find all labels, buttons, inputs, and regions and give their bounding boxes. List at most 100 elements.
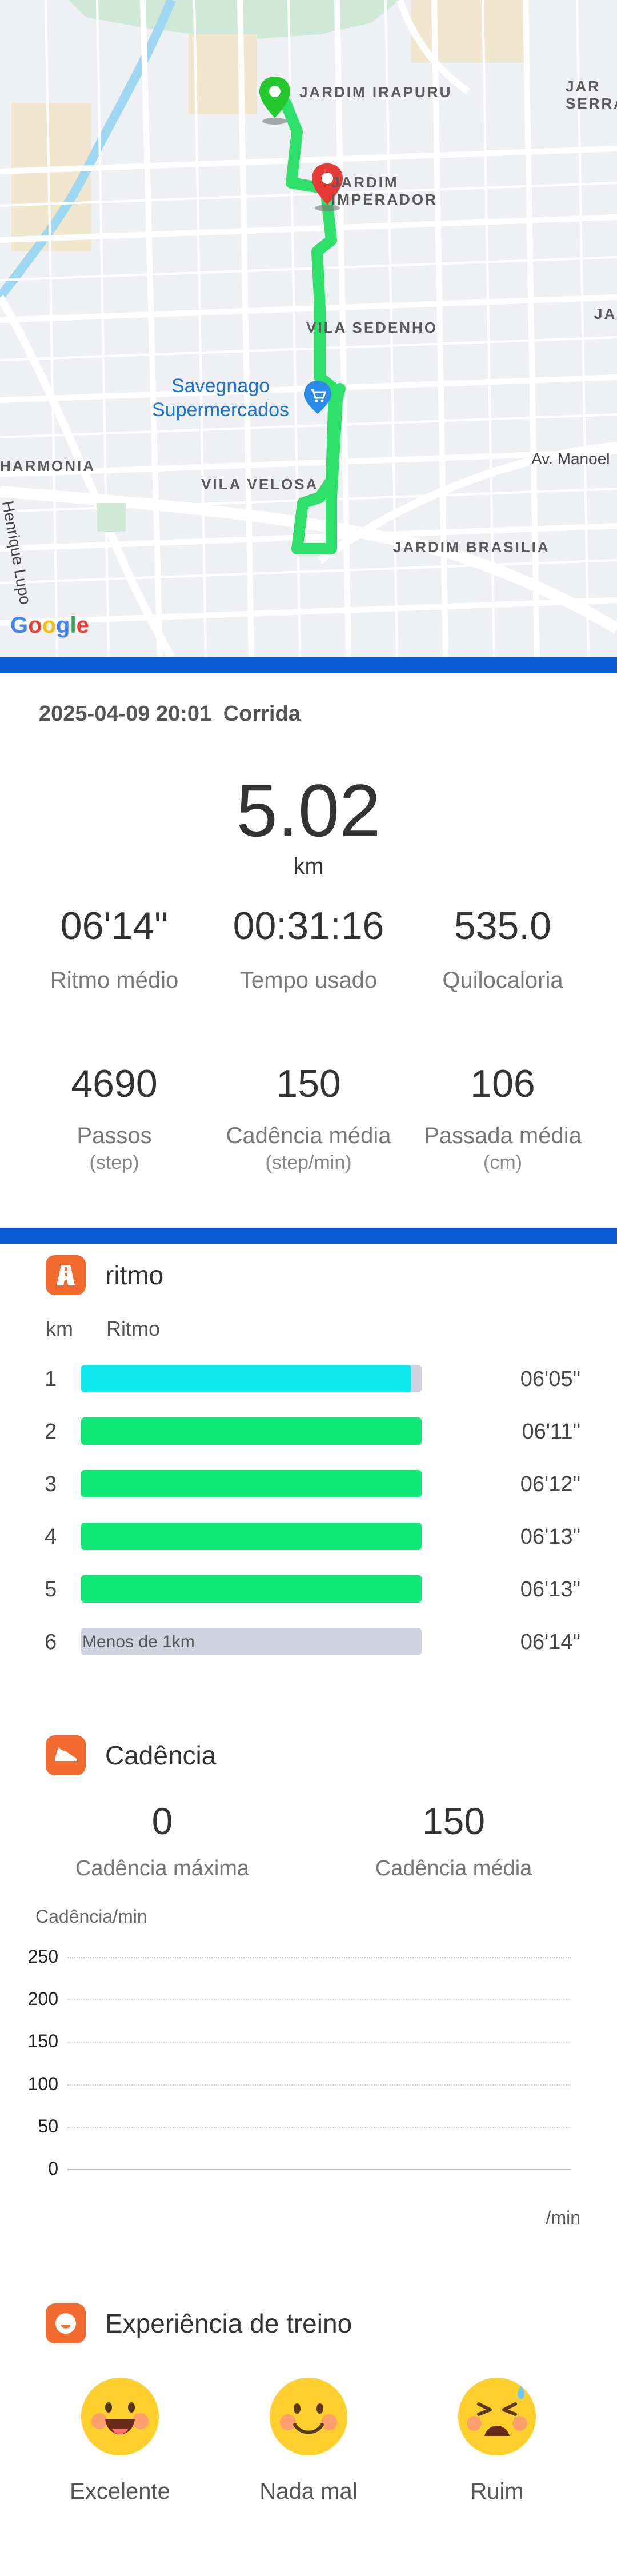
pace-km: 1 xyxy=(45,1367,57,1391)
stat-value: 535.0 xyxy=(454,904,552,948)
map-label-jardim-serra: JAR SERRA xyxy=(566,78,617,112)
map-label-vila-sedenho: VILA SEDENHO xyxy=(306,319,438,336)
google-logo: Google xyxy=(10,613,89,638)
start-pin-icon[interactable] xyxy=(255,74,295,126)
pace-row: 3 06'12" xyxy=(0,1469,617,1499)
stat-value: 00:31:16 xyxy=(233,904,384,948)
pace-bar xyxy=(81,1575,422,1603)
x-axis-line xyxy=(67,2169,571,2170)
distance-unit: km xyxy=(293,854,324,879)
excellent-face-icon xyxy=(81,2378,159,2455)
experience-label: Ruim xyxy=(470,2479,524,2504)
stat-unit: (step/min) xyxy=(265,1152,352,1173)
experience-option-bad[interactable]: Ruim xyxy=(428,2377,566,2505)
face-icon xyxy=(46,2303,86,2343)
pace-row: 2 06'11" xyxy=(0,1416,617,1446)
experience-option-not-bad[interactable]: Nada mal xyxy=(240,2377,377,2505)
cadence-y-axis-title: Cadência/min xyxy=(35,1906,147,1927)
activity-type: Corrida xyxy=(223,702,301,726)
gridline xyxy=(67,2126,571,2128)
stat-label: Ritmo médio xyxy=(50,968,179,993)
road-icon xyxy=(46,1255,86,1295)
pace-bar-track xyxy=(81,1365,422,1392)
stat-avg-stride: 106 Passada média (cm) xyxy=(406,1061,600,1175)
experience-title: Experiência de treino xyxy=(105,2309,352,2338)
y-tick-label: 200 xyxy=(27,1988,58,2010)
stat-label: Cadência média xyxy=(226,1123,391,1148)
activity-datetime: 2025-04-09 20:01 xyxy=(39,702,212,726)
pace-row: 5 06'13" xyxy=(0,1574,617,1604)
poi-label-savegnago[interactable]: Savegnago Supermercados xyxy=(135,374,306,422)
stat-unit: (step) xyxy=(89,1152,139,1173)
stat-label: Passada média xyxy=(424,1123,582,1148)
cadence-avg-label: Cadência média xyxy=(375,1856,532,1880)
pace-bar xyxy=(81,1365,412,1392)
pace-bar xyxy=(81,1470,422,1497)
stat-value: 4690 xyxy=(71,1062,158,1105)
pace-bar-track xyxy=(81,1470,422,1497)
pace-bar xyxy=(81,1523,422,1550)
stat-avg-cadence: 150 Cadência média (step/min) xyxy=(211,1061,406,1175)
pace-km: 4 xyxy=(45,1525,57,1549)
cadence-max-label: Cadência máxima xyxy=(75,1856,250,1880)
experience-section-header: Experiência de treino xyxy=(46,2303,352,2343)
pace-km: 6 xyxy=(45,1630,57,1654)
pace-bar-track xyxy=(81,1417,422,1445)
y-tick-label: 150 xyxy=(27,2031,58,2052)
map-label-vila-velosa: VILA VELOSA xyxy=(201,476,319,493)
map-label-jardim-imperador: JARDIM IMPERADOR xyxy=(331,174,438,208)
stat-value: 150 xyxy=(276,1062,341,1105)
pace-value: 06'11" xyxy=(522,1420,580,1444)
pace-value: 06'13" xyxy=(520,1577,580,1601)
gridline xyxy=(67,1999,571,2001)
gridline xyxy=(67,1957,571,1958)
cadence-avg-value: 150 xyxy=(422,1800,486,1842)
pace-bar xyxy=(81,1417,422,1445)
map-label-jardim-brasilia: JARDIM BRASILIA xyxy=(393,538,550,556)
shopping-cart-icon[interactable] xyxy=(302,380,334,415)
stat-value: 106 xyxy=(470,1062,535,1105)
cadence-x-axis-unit: /min xyxy=(546,2207,580,2228)
section-divider xyxy=(0,657,617,673)
pace-title: ritmo xyxy=(105,1260,164,1290)
cadence-section-header: Cadência xyxy=(46,1735,216,1775)
stat-time-used: 00:31:16 Tempo usado xyxy=(211,903,406,995)
map-label-harmonia: HARMONIA xyxy=(0,457,95,474)
pace-section-header: ritmo xyxy=(46,1255,163,1295)
cadence-avg: 150 Cadência média xyxy=(345,1798,562,1883)
stat-avg-pace: 06'14" Ritmo médio xyxy=(17,903,211,995)
map-label-ja: JA xyxy=(594,305,617,322)
stat-label: Tempo usado xyxy=(239,968,378,993)
distance-value: 5.02 xyxy=(236,769,381,852)
stat-unit: (cm) xyxy=(483,1152,522,1173)
pace-km: 5 xyxy=(45,1577,57,1601)
route-map[interactable]: JARDIM IRAPURU JARDIM IMPERADOR JAR SERR… xyxy=(0,0,617,657)
smile-face-icon xyxy=(270,2378,347,2455)
pace-value: 06'12" xyxy=(520,1472,580,1496)
pace-bar-track: Menos de 1km xyxy=(81,1628,422,1655)
y-tick-label: 100 xyxy=(27,2073,58,2094)
pace-row: 1 06'05" xyxy=(0,1364,617,1393)
pace-col-km: km xyxy=(46,1317,73,1340)
stat-label: Passos xyxy=(77,1123,152,1148)
section-divider xyxy=(0,1228,617,1244)
y-tick-label: 0 xyxy=(48,2158,58,2179)
pace-bar-track xyxy=(81,1575,422,1603)
y-tick-label: 50 xyxy=(38,2115,58,2136)
pace-value: 06'05" xyxy=(520,1367,580,1391)
stat-calories: 535.0 Quilocaloria xyxy=(406,903,600,995)
y-tick-label: 250 xyxy=(27,1946,58,1967)
gridline xyxy=(67,2084,571,2086)
map-label-av-manoel: Av. Manoel xyxy=(531,450,610,468)
experience-label: Excelente xyxy=(70,2479,170,2504)
experience-option-excellent[interactable]: Excelente xyxy=(51,2377,189,2505)
cadence-max-value: 0 xyxy=(151,1800,173,1842)
pace-km: 3 xyxy=(45,1472,57,1496)
experience-label: Nada mal xyxy=(259,2479,358,2504)
cadence-max: 0 Cadência máxima xyxy=(54,1798,271,1883)
pace-col-pace: Ritmo xyxy=(106,1317,161,1340)
pace-row: 4 06'13" xyxy=(0,1521,617,1551)
stat-label: Quilocaloria xyxy=(442,968,563,993)
pace-value: 06'14" xyxy=(520,1630,580,1654)
map-label-jardim-irapuru: JARDIM IRAPURU xyxy=(299,83,452,101)
